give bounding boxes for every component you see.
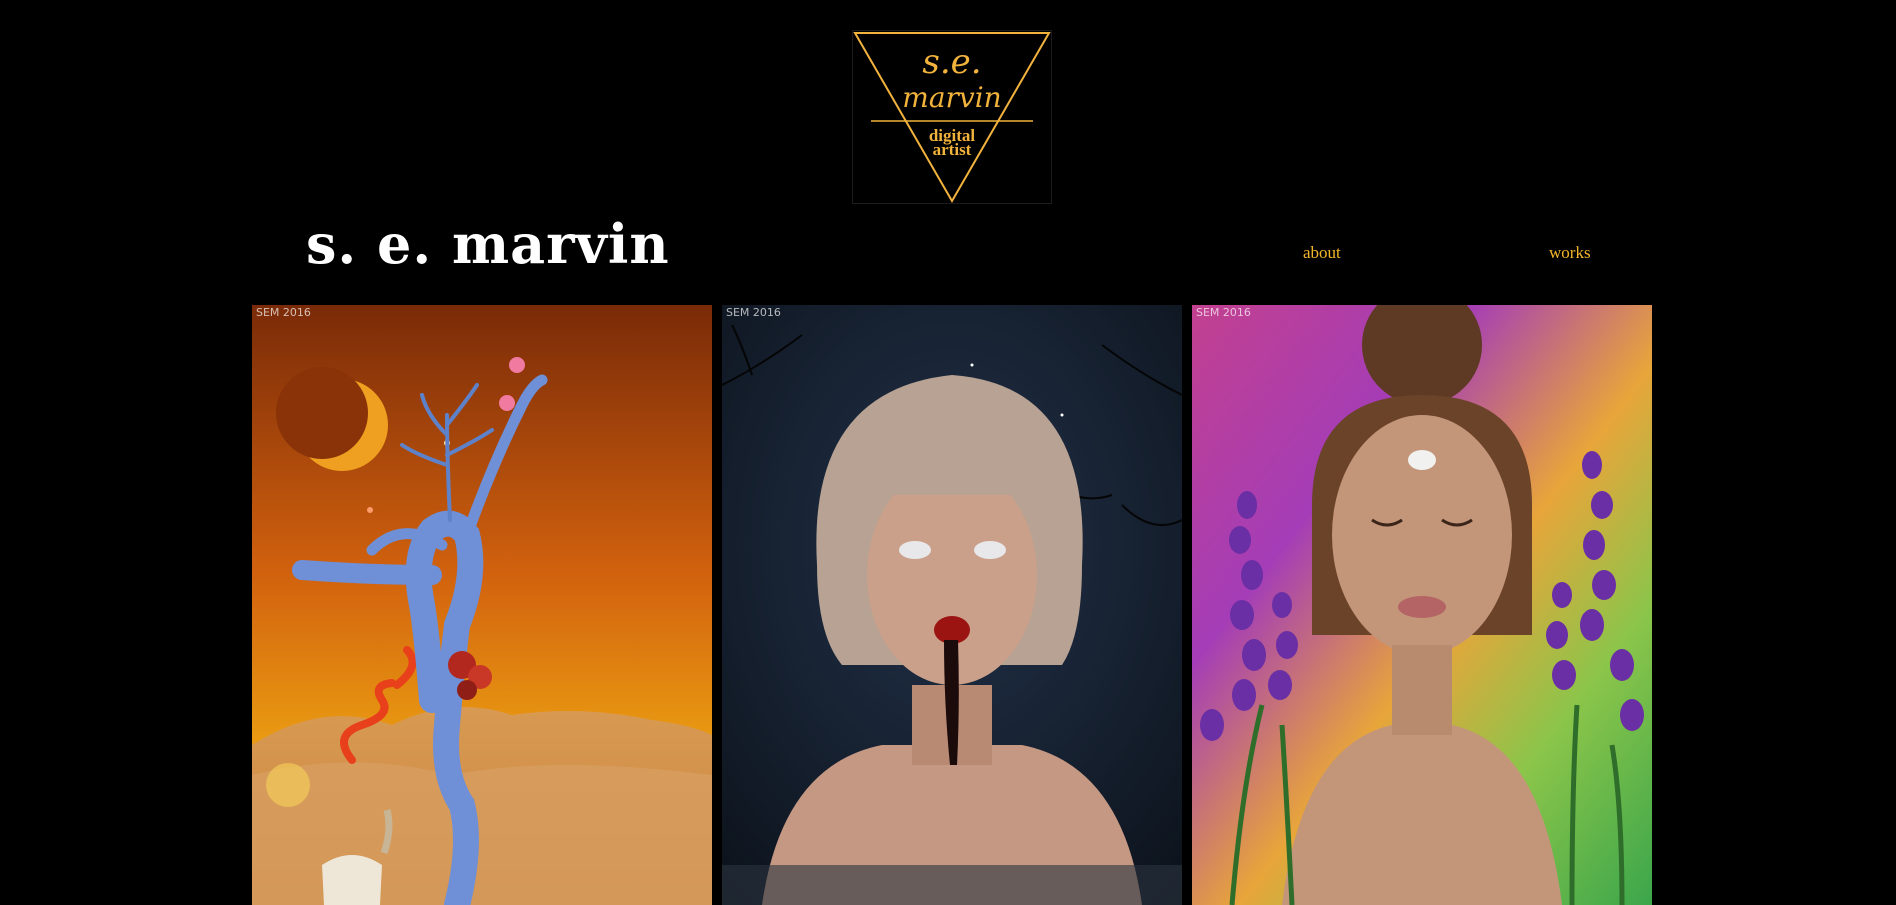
logo-line-2: marvin — [902, 81, 1001, 114]
nav-about-link[interactable]: about — [1303, 243, 1341, 263]
site-title: s. e. marvin — [306, 212, 670, 276]
gallery-artwork-lavender-woman[interactable]: SEM 2016 — [1192, 305, 1652, 905]
gallery-artwork-desert-dancer[interactable]: SEM 2016 — [252, 305, 712, 905]
artist-signature: SEM 2016 — [726, 306, 781, 319]
site-logo[interactable]: s.e. marvin digital artist — [852, 30, 1052, 204]
gallery-artwork-night-woman[interactable]: SEM 2016 — [722, 305, 1182, 905]
logo-line-4: artist — [933, 140, 972, 159]
nav-works-link[interactable]: works — [1549, 243, 1591, 263]
logo-line-1: s.e. — [922, 42, 981, 82]
artist-signature: SEM 2016 — [1196, 306, 1251, 319]
artist-signature: SEM 2016 — [256, 306, 311, 319]
